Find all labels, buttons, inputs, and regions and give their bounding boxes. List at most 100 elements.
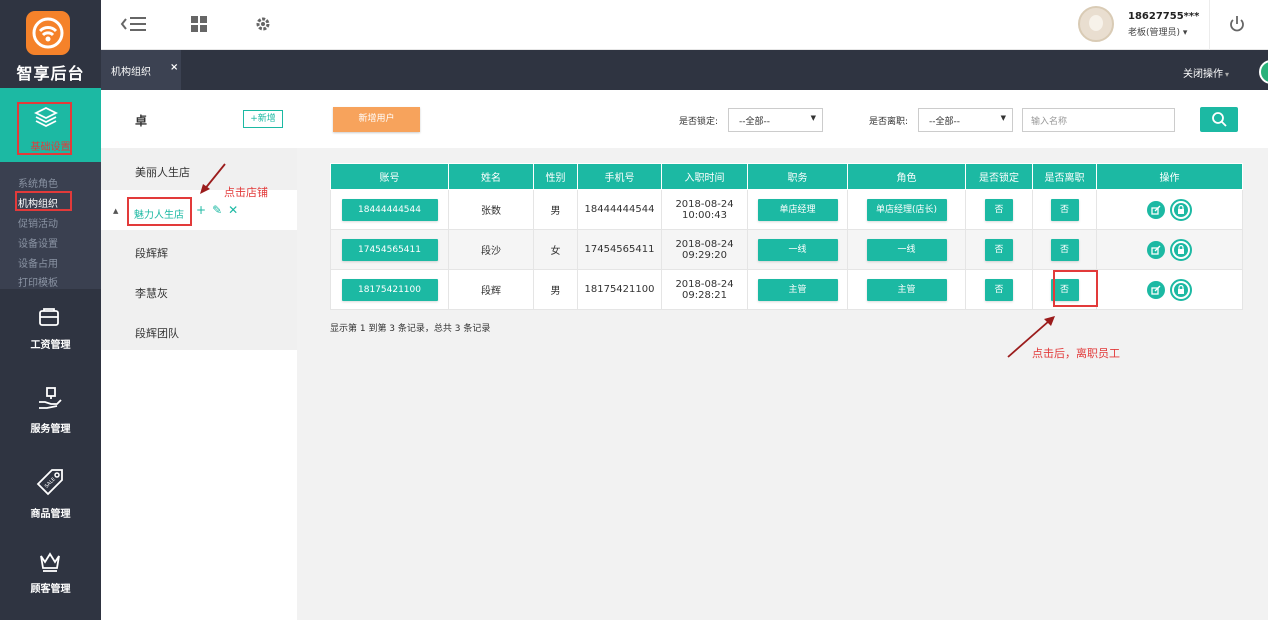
pencil-icon[interactable]: ✎ — [212, 203, 222, 217]
sub-item-system-roles[interactable]: 系统角色 — [18, 175, 58, 190]
nav-products[interactable]: 商品管理 — [0, 505, 101, 520]
tree-item-store[interactable]: 美丽人生店 — [135, 164, 190, 180]
menu-collapse-icon[interactable] — [120, 15, 146, 36]
locked-filter-value: --全部-- — [739, 117, 770, 127]
role-button[interactable]: 单店经理(店长) — [866, 198, 947, 221]
col-gender: 性别 — [533, 163, 578, 190]
hire-date: 2018-08-24 — [675, 238, 734, 250]
records-summary: 显示第 1 到第 3 条记录，总共 3 条记录 — [330, 324, 491, 334]
tree-actions: + ✎ ✕ — [196, 203, 244, 217]
table-row: 18444444544 张数 男 18444444544 2018-08-24 1… — [330, 189, 1243, 230]
gear-icon[interactable] — [254, 15, 272, 36]
grid-icon[interactable] — [191, 16, 207, 35]
sale-tag-icon[interactable]: SALE — [34, 466, 66, 501]
annotation-resign-employee: 点击后，离职员工 — [1032, 347, 1120, 360]
position-button[interactable]: 主管 — [757, 278, 838, 301]
user-role-dropdown[interactable]: 老板(管理员) ▾ — [1128, 25, 1187, 38]
logo-wifi-icon — [26, 11, 70, 55]
tab-bar: 机构组织 × 关闭操作 ▾ — [101, 50, 1268, 90]
add-org-button[interactable]: +新增 — [243, 110, 283, 128]
annotation-click-store: 点击店铺 — [224, 186, 268, 199]
lock-icon[interactable] — [1170, 238, 1193, 261]
annotation-frame — [15, 191, 72, 211]
plus-icon[interactable]: + — [196, 203, 206, 217]
role-button[interactable]: 主管 — [866, 278, 947, 301]
hire-date: 2018-08-24 — [675, 278, 734, 290]
edit-icon[interactable] — [1146, 240, 1165, 259]
filter-toolbar: 新增用户 是否锁定: --全部-- ▼ 是否离职: --全部-- ▼ 输入名称 — [297, 90, 1268, 148]
gender-cell: 女 — [533, 229, 578, 270]
tree-item-member[interactable]: 段辉辉 — [135, 245, 168, 261]
edit-icon[interactable] — [1146, 200, 1165, 219]
hire-time: 10:00:43 — [682, 209, 727, 221]
actions-cell — [1096, 229, 1243, 270]
tab-org[interactable]: 机构组织 — [101, 50, 181, 90]
hand-service-icon[interactable] — [37, 386, 63, 415]
locked-toggle[interactable]: 否 — [985, 198, 1013, 221]
tree-item-member[interactable]: 李慧灰 — [135, 285, 168, 301]
resigned-filter-select[interactable]: --全部-- ▼ — [918, 108, 1013, 132]
table-row: 18175421100 段辉 男 18175421100 2018-08-24 0… — [330, 269, 1243, 310]
search-input[interactable]: 输入名称 — [1022, 108, 1175, 132]
locked-filter-select[interactable]: --全部-- ▼ — [728, 108, 823, 132]
add-user-button[interactable]: 新增用户 — [333, 107, 420, 132]
close-operations-label: 关闭操作 — [1183, 69, 1223, 80]
col-phone: 手机号 — [577, 163, 662, 190]
sub-item-device-settings[interactable]: 设备设置 — [18, 235, 58, 250]
sub-item-print-templates[interactable]: 打印模板 — [18, 274, 58, 289]
edit-icon[interactable] — [1146, 280, 1165, 299]
resigned-toggle[interactable]: 否 — [1050, 198, 1079, 221]
power-icon[interactable] — [1229, 15, 1245, 36]
position-button[interactable]: 一线 — [757, 238, 838, 261]
divider — [1209, 0, 1210, 50]
nav-customers[interactable]: 顾客管理 — [0, 580, 101, 595]
actions-cell — [1096, 189, 1243, 230]
tab-label: 机构组织 — [111, 67, 151, 78]
resigned-filter-value: --全部-- — [929, 117, 960, 127]
gender-cell: 男 — [533, 189, 578, 230]
col-resigned: 是否离职 — [1032, 163, 1097, 190]
lock-icon[interactable] — [1170, 198, 1193, 221]
annotation-frame — [1053, 270, 1098, 307]
annotation-arrow-icon — [200, 163, 226, 194]
actions-cell — [1096, 269, 1243, 310]
col-locked: 是否锁定 — [965, 163, 1033, 190]
hire-time: 09:28:21 — [682, 289, 727, 301]
tree-header: 卓 +新增 — [101, 90, 297, 148]
hire-time: 09:29:20 — [682, 249, 727, 261]
lock-icon[interactable] — [1170, 278, 1193, 301]
hire-date: 2018-08-24 — [675, 198, 734, 210]
col-name: 姓名 — [448, 163, 534, 190]
avatar[interactable] — [1078, 6, 1114, 42]
sub-item-promotions[interactable]: 促销活动 — [18, 215, 58, 230]
close-operations-menu[interactable]: 关闭操作 ▾ — [1183, 65, 1229, 80]
chevron-down-icon: ▼ — [810, 114, 816, 122]
position-button[interactable]: 单店经理 — [757, 198, 838, 221]
locked-toggle[interactable]: 否 — [985, 238, 1013, 261]
account-button[interactable]: 18444444544 — [341, 198, 438, 221]
crown-icon[interactable] — [38, 550, 62, 577]
hire-date-cell: 2018-08-24 09:28:21 — [661, 269, 748, 310]
resigned-toggle[interactable]: 否 — [1050, 238, 1079, 261]
sub-item-device-usage[interactable]: 设备占用 — [18, 255, 58, 270]
nav-payroll[interactable]: 工资管理 — [0, 336, 101, 351]
wallet-icon[interactable] — [38, 306, 60, 331]
account-button[interactable]: 18175421100 — [341, 278, 438, 301]
user-phone[interactable]: 18627755*** — [1128, 11, 1199, 22]
phone-cell: 18175421100 — [577, 269, 662, 310]
locked-toggle[interactable]: 否 — [985, 278, 1013, 301]
tree-item-team[interactable]: 段辉团队 — [135, 325, 179, 341]
name-cell: 段辉 — [448, 269, 534, 310]
col-account: 账号 — [330, 163, 449, 190]
delete-icon[interactable]: ✕ — [228, 203, 238, 217]
topbar: 18627755*** 老板(管理员) ▾ — [101, 0, 1268, 50]
close-icon[interactable]: × — [170, 62, 178, 73]
account-button[interactable]: 17454565411 — [341, 238, 438, 261]
hire-date-cell: 2018-08-24 10:00:43 — [661, 189, 748, 230]
search-button[interactable] — [1200, 107, 1238, 132]
role-button[interactable]: 一线 — [866, 238, 947, 261]
badge-icon[interactable] — [1259, 60, 1268, 84]
nav-services[interactable]: 服务管理 — [0, 420, 101, 435]
locked-filter-label: 是否锁定: — [679, 117, 719, 127]
caret-up-icon[interactable]: ▲ — [113, 207, 118, 215]
